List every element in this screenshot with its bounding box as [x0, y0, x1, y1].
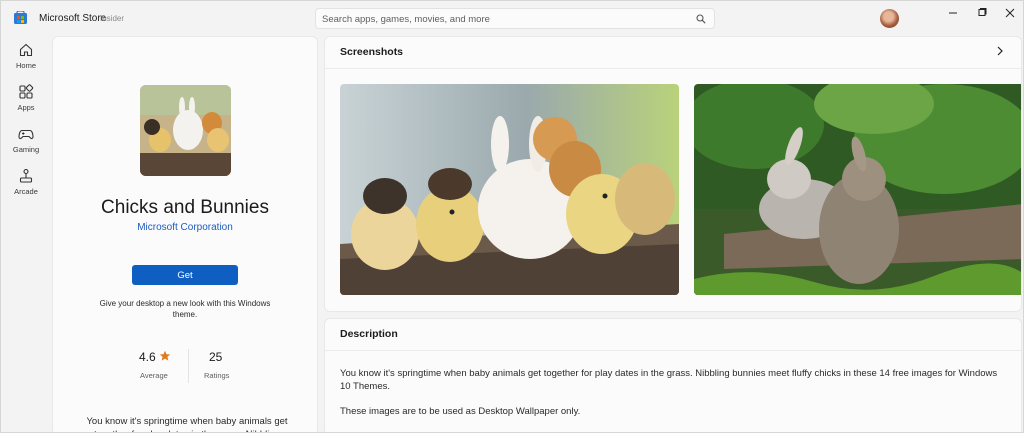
- app-title: Microsoft Store: [39, 13, 107, 24]
- rail-label-home: Home: [15, 61, 36, 70]
- app-icon-image: [140, 85, 231, 176]
- description-divider: [325, 350, 1021, 351]
- app-name: Chicks and Bunnies: [101, 197, 269, 218]
- search-input[interactable]: [322, 12, 682, 26]
- description-preview: You know it's springtime when baby anima…: [86, 416, 288, 432]
- screenshot-1[interactable]: [340, 84, 679, 295]
- description-paragraph: These images are to be used as Desktop W…: [340, 406, 581, 417]
- ratings-count: 25: [209, 350, 223, 364]
- apps-icon: [19, 84, 34, 99]
- average-label: Average: [140, 371, 168, 380]
- minimize-icon[interactable]: [945, 6, 961, 20]
- search-icon[interactable]: [696, 14, 706, 24]
- rail-label-arcade: Arcade: [14, 187, 38, 196]
- arcade-icon: [19, 168, 33, 183]
- description-section: Description You know it's springtime whe…: [324, 318, 1022, 432]
- screenshot-2[interactable]: [694, 84, 1021, 295]
- rail-item-home[interactable]: Home: [1, 42, 51, 78]
- store-window: Microsoft Store Insider Home: [0, 0, 1024, 433]
- maximize-icon[interactable]: [974, 6, 990, 20]
- stats-divider: [188, 349, 189, 383]
- rail-item-gaming[interactable]: Gaming: [1, 126, 51, 162]
- gamepad-icon: [18, 129, 34, 140]
- screenshots-section: Screenshots: [324, 36, 1022, 312]
- average-rating: 4.6: [139, 350, 156, 364]
- ratings-label: Ratings: [204, 371, 230, 380]
- product-panel: Chicks and Bunnies Microsoft Corporation…: [52, 36, 318, 432]
- close-icon[interactable]: [1002, 6, 1018, 20]
- publisher-link[interactable]: Microsoft Corporation: [53, 222, 317, 233]
- insider-badge: Insider: [100, 14, 125, 23]
- screenshots-title: Screenshots: [340, 46, 404, 58]
- screenshots-divider: [325, 68, 1021, 69]
- rail-item-arcade[interactable]: Arcade: [1, 168, 51, 204]
- rail-label-gaming: Gaming: [12, 145, 40, 154]
- star-icon: [159, 350, 171, 361]
- home-icon: [19, 43, 33, 57]
- chevron-right-icon[interactable]: [995, 46, 1005, 56]
- description-paragraph: You know it's springtime when baby anima…: [340, 368, 998, 392]
- rail-label-apps: Apps: [17, 103, 35, 112]
- rail-item-apps[interactable]: Apps: [1, 84, 51, 120]
- description-body: You know it's springtime when baby anima…: [340, 367, 1010, 418]
- store-logo-icon: [14, 11, 27, 24]
- nav-rail: Home Apps Gaming Arcade: [1, 35, 51, 432]
- app-tagline: Give your desktop a new look with this W…: [99, 299, 271, 319]
- description-title: Description: [340, 328, 398, 340]
- avatar[interactable]: [880, 9, 899, 28]
- title-bar: Microsoft Store Insider: [1, 1, 1023, 35]
- get-button[interactable]: Get: [132, 265, 238, 285]
- search-box[interactable]: [315, 8, 715, 29]
